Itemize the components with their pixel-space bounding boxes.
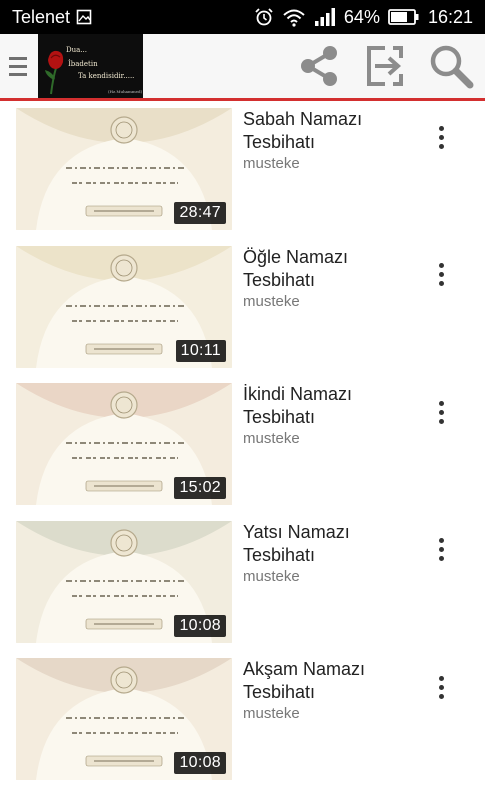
video-thumbnail[interactable]: 15:02 [16, 383, 232, 506]
toolbar-actions [295, 34, 475, 98]
video-title[interactable]: Yatsı Namazı Tesbihatı [243, 521, 418, 567]
more-vert-icon-dot [438, 281, 444, 287]
more-vert-icon [438, 263, 444, 269]
logo-text-1: Dua... [66, 46, 87, 54]
search-icon [430, 45, 474, 89]
video-duration: 15:02 [174, 477, 226, 500]
logo-text-4: (Hz.Muhammed) [108, 89, 143, 94]
more-options-button[interactable] [426, 532, 456, 568]
video-list-item[interactable]: 15:02 İkindi Namazı Tesbihatı musteke [0, 376, 485, 514]
more-vert-icon-dot [438, 418, 444, 424]
menu-icon-bar [9, 64, 27, 68]
more-vert-icon [438, 675, 444, 681]
more-vert-icon [438, 125, 444, 131]
app-logo[interactable]: Dua... İbadetin Ta kendisidir..... (Hz.M… [38, 34, 143, 98]
more-vert-icon-dot [438, 143, 444, 149]
video-title[interactable]: İkindi Namazı Tesbihatı [243, 383, 418, 429]
share-button[interactable] [295, 42, 343, 90]
alarm-icon [254, 7, 274, 27]
more-vert-icon-dot [438, 684, 444, 690]
video-title[interactable]: Akşam Namazı Tesbihatı [243, 658, 418, 704]
video-duration: 28:47 [174, 202, 226, 224]
more-vert-icon [438, 538, 444, 544]
video-channel: musteke [243, 155, 300, 172]
carrier-name: Telenet [12, 6, 71, 27]
menu-icon-bar [9, 72, 27, 76]
menu-icon [9, 56, 27, 60]
more-vert-icon-dot [438, 547, 444, 553]
battery-percent: 64% [343, 6, 380, 27]
video-duration: 10:11 [175, 339, 226, 362]
image-icon [76, 9, 92, 25]
video-duration: 10:08 [174, 614, 226, 637]
signal-icon [314, 7, 336, 27]
more-vert-icon-dot [438, 693, 444, 699]
clock: 16:21 [427, 6, 473, 27]
menu-button[interactable] [0, 34, 36, 98]
logo-text-2: İbadetin [68, 60, 98, 68]
video-list-item[interactable]: 28:47 Sabah Namazı Tesbihatı musteke [0, 101, 485, 239]
video-thumbnail[interactable]: 28:47 [16, 108, 232, 230]
video-list-item[interactable]: 10:08 Yatsı Namazı Tesbihatı musteke [0, 514, 485, 652]
more-options-button[interactable] [426, 669, 456, 705]
video-channel: musteke [243, 430, 300, 448]
share-icon [301, 46, 337, 86]
logo-text-3: Ta kendisidir..... [78, 72, 135, 80]
status-bar: Telenet 64% 16:21 [0, 0, 485, 34]
exit-icon [367, 46, 403, 86]
video-thumbnail[interactable]: 10:08 [16, 520, 232, 643]
video-channel: musteke [243, 292, 300, 310]
more-options-button[interactable] [426, 257, 456, 293]
video-channel: musteke [243, 567, 300, 585]
status-right: 64% 16:21 [254, 7, 473, 28]
more-options-button[interactable] [426, 119, 456, 155]
more-vert-icon-dot [438, 556, 444, 562]
video-title[interactable]: Öğle Namazı Tesbihatı [243, 246, 418, 292]
status-left: Telenet [12, 7, 92, 28]
video-list-item[interactable]: 10:11 Öğle Namazı Tesbihatı musteke [0, 239, 485, 377]
wifi-icon [282, 7, 306, 27]
more-vert-icon [438, 400, 444, 406]
battery-icon [388, 8, 420, 26]
video-thumbnail[interactable]: 10:11 [16, 245, 232, 368]
more-vert-icon-dot [438, 134, 444, 140]
more-vert-icon-dot [438, 272, 444, 278]
search-button[interactable] [427, 42, 475, 90]
more-options-button[interactable] [426, 394, 456, 430]
video-list: 28:47 Sabah Namazı Tesbihatı musteke 10:… [0, 101, 485, 789]
video-list-item[interactable]: 10:08 Akşam Namazı Tesbihatı musteke [0, 651, 485, 789]
video-channel: musteke [243, 705, 300, 723]
video-title[interactable]: Sabah Namazı Tesbihatı [243, 108, 418, 154]
more-vert-icon-dot [438, 409, 444, 415]
exit-button[interactable] [361, 42, 409, 90]
video-thumbnail[interactable]: 10:08 [16, 658, 232, 781]
video-duration: 10:08 [174, 752, 226, 775]
